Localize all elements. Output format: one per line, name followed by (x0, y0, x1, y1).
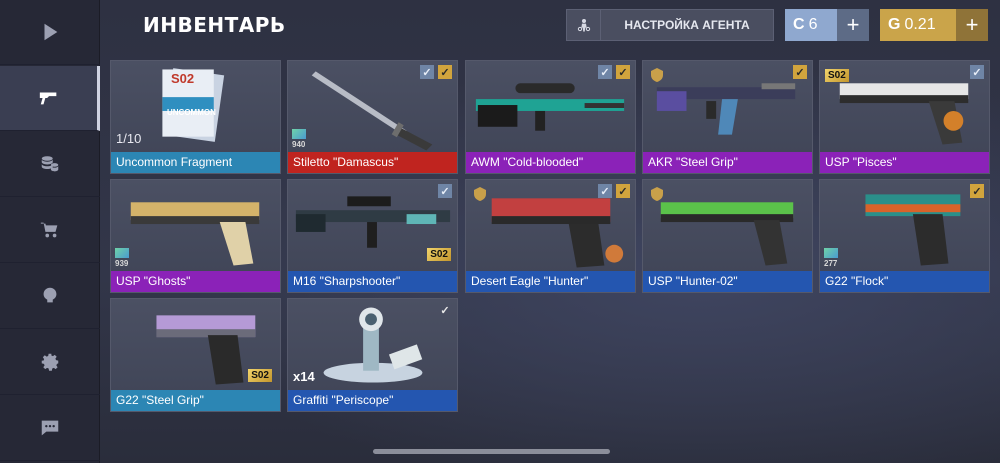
sidebar-item-chat[interactable] (0, 396, 100, 461)
sidebar (0, 0, 100, 463)
inventory-item-g22-flock[interactable]: ✓ 277 G22 "Flock" (819, 179, 990, 293)
agent-settings-button[interactable]: НАСТРОЙКА АГЕНТА (566, 9, 774, 41)
sidebar-item-market[interactable] (0, 132, 100, 197)
pistol-icon (39, 92, 56, 105)
float-icon (115, 248, 129, 258)
float-badge: 939 (115, 248, 129, 268)
trophy-icon (43, 287, 57, 303)
page-title: ИНВЕНТАРЬ (143, 13, 286, 37)
item-name: USP "Pisces" (820, 152, 989, 173)
float-badge: 277 (824, 248, 838, 268)
gold-value-box: G 0.21 (880, 9, 956, 41)
fragment-season-tag: S02 (171, 71, 195, 86)
item-name: M16 "Sharpshooter" (288, 271, 457, 292)
item-name: AKR "Steel Grip" (643, 152, 812, 173)
equipped-icon: ✓ (440, 304, 450, 317)
float-value: 940 (292, 140, 306, 149)
rank-badge-icon (651, 68, 663, 82)
inventory-item-graffiti-periscope[interactable]: ✓ x14 Graffiti "Periscope" (287, 298, 458, 412)
chat-icon (41, 420, 59, 436)
sidebar-item-inventory[interactable] (0, 66, 100, 131)
season-tag: S02 (248, 369, 272, 382)
equipped-t-icon: ✓ (793, 65, 807, 79)
item-checks: ✓ (793, 65, 807, 79)
sidebar-item-settings[interactable] (0, 330, 100, 395)
inventory-item-m16-sharpshooter[interactable]: S02 ✓ M16 "Sharpshooter" (287, 179, 458, 293)
item-checks: ✓ ✓ (598, 65, 630, 79)
item-checks: ✓ (438, 303, 452, 317)
equipped-t-icon: ✓ (970, 184, 984, 198)
item-name: G22 "Steel Grip" (111, 390, 280, 411)
coins-icon (41, 156, 59, 172)
silver-currency: C 6 + (785, 9, 869, 41)
sidebar-item-shop[interactable] (0, 198, 100, 263)
equipped-ct-icon: ✓ (438, 184, 452, 198)
inventory-item-stiletto-damascus[interactable]: ✓ ✓ 940 Stiletto "Damascus" (287, 60, 458, 174)
item-name: Desert Eagle "Hunter" (466, 271, 635, 292)
inventory-item-usp-hunter-02[interactable]: USP "Hunter-02" (642, 179, 813, 293)
cart-icon (40, 222, 58, 238)
play-icon (44, 23, 58, 41)
equipped-ct-icon: ✓ (420, 65, 434, 79)
ak-art (656, 83, 796, 135)
silver-value-box: C 6 (785, 9, 837, 41)
item-quantity: x14 (293, 369, 315, 384)
season-tag: S02 (825, 69, 849, 82)
inventory-item-g22-steel-grip[interactable]: S02 G22 "Steel Grip" (110, 298, 281, 412)
inventory-item-akr-steel-grip[interactable]: ✓ AKR "Steel Grip" (642, 60, 813, 174)
agent-icon (577, 19, 590, 32)
item-checks: ✓ ✓ (420, 65, 452, 79)
gold-value: 0.21 (904, 16, 936, 33)
rank-badge-icon (474, 187, 486, 201)
equipped-ct-icon: ✓ (598, 184, 612, 198)
inventory-item-usp-ghosts[interactable]: 939 USP "Ghosts" (110, 179, 281, 293)
sidebar-item-events[interactable] (0, 264, 100, 329)
item-checks: ✓ (970, 65, 984, 79)
float-icon (824, 248, 838, 258)
home-indicator[interactable] (373, 449, 610, 454)
equipped-t-icon: ✓ (616, 184, 630, 198)
inventory-item-usp-pisces[interactable]: S02 ✓ USP "Pisces" (819, 60, 990, 174)
inventory-item-uncommon-fragment[interactable]: S02 UNCOMMON 1/10 Uncommon Fragment (110, 60, 281, 174)
item-name: Uncommon Fragment (111, 152, 280, 173)
silver-value: 6 (808, 16, 818, 33)
usp-art (660, 202, 794, 266)
agent-icon-wrap (567, 10, 601, 40)
gold-currency: G 0.21 + (880, 9, 988, 41)
item-checks: ✓ ✓ (598, 184, 630, 198)
item-name: Graffiti "Periscope" (288, 390, 457, 411)
float-value: 939 (115, 259, 129, 268)
usp-art (130, 202, 260, 266)
float-value: 277 (824, 259, 838, 268)
item-name: G22 "Flock" (820, 271, 989, 292)
add-silver-button[interactable]: + (837, 9, 869, 41)
fragment-rarity-label: UNCOMMON (167, 108, 216, 117)
sidebar-item-play[interactable] (0, 0, 100, 65)
agent-settings-label: НАСТРОЙКА АГЕНТА (624, 18, 750, 32)
inventory-item-desert-eagle-hunter[interactable]: ✓ ✓ Desert Eagle "Hunter" (465, 179, 636, 293)
g22-art (865, 194, 961, 266)
item-checks: ✓ (970, 184, 984, 198)
float-badge: 940 (292, 129, 306, 149)
inventory-item-awm-cold-blooded[interactable]: ✓ ✓ AWM "Cold-blooded" (465, 60, 636, 174)
fragment-count: 1/10 (116, 131, 142, 146)
equipped-ct-icon: ✓ (598, 65, 612, 79)
item-name: Stiletto "Damascus" (288, 152, 457, 173)
rank-badge-icon (651, 187, 663, 201)
gear-icon (41, 353, 59, 371)
equipped-t-icon: ✓ (438, 65, 452, 79)
item-name: AWM "Cold-blooded" (466, 152, 635, 173)
float-icon (292, 129, 306, 139)
silver-coin-icon: C (793, 16, 805, 33)
add-gold-button[interactable]: + (956, 9, 988, 41)
equipped-t-icon: ✓ (616, 65, 630, 79)
equipped-ct-icon: ✓ (970, 65, 984, 79)
item-checks: ✓ (438, 184, 452, 198)
gold-coin-icon: G (888, 16, 901, 33)
season-tag: S02 (427, 248, 451, 261)
item-name: USP "Hunter-02" (643, 271, 812, 292)
item-name: USP "Ghosts" (111, 271, 280, 292)
